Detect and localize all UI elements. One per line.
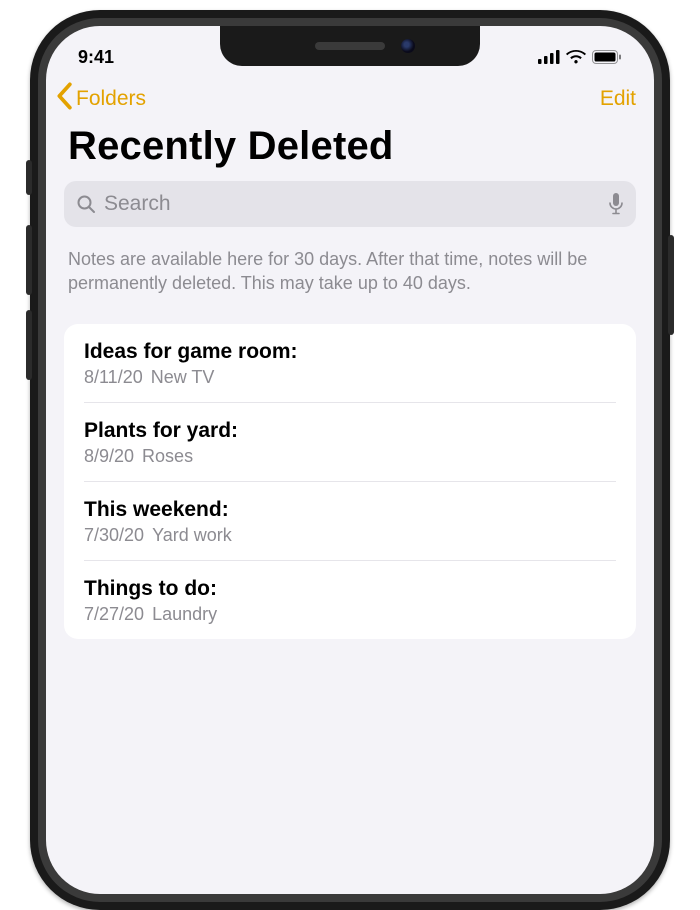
- edit-button[interactable]: Edit: [600, 87, 636, 111]
- note-title: Plants for yard:: [84, 419, 616, 443]
- back-label: Folders: [76, 87, 146, 111]
- search-icon: [76, 194, 96, 214]
- status-time: 9:41: [78, 47, 114, 68]
- note-title: This weekend:: [84, 498, 616, 522]
- note-meta: 8/9/20Roses: [84, 446, 616, 467]
- list-item[interactable]: Plants for yard: 8/9/20Roses: [84, 403, 616, 482]
- page-title: Recently Deleted: [46, 122, 654, 181]
- wifi-icon: [566, 50, 586, 64]
- battery-icon: [592, 50, 622, 64]
- list-item[interactable]: Things to do: 7/27/20Laundry: [84, 561, 616, 639]
- note-meta: 8/11/20New TV: [84, 367, 616, 388]
- microphone-icon[interactable]: [608, 193, 624, 215]
- note-meta: 7/30/20Yard work: [84, 525, 616, 546]
- note-meta: 7/27/20Laundry: [84, 604, 616, 625]
- chevron-left-icon: [54, 82, 74, 116]
- list-item[interactable]: This weekend: 7/30/20Yard work: [84, 482, 616, 561]
- device-notch: [220, 26, 480, 66]
- cellular-icon: [538, 50, 560, 64]
- list-item[interactable]: Ideas for game room: 8/11/20New TV: [84, 324, 616, 403]
- search-field[interactable]: [64, 181, 636, 227]
- search-input[interactable]: [104, 192, 600, 216]
- info-text: Notes are available here for 30 days. Af…: [46, 227, 654, 324]
- note-title: Things to do:: [84, 577, 616, 601]
- notes-list: Ideas for game room: 8/11/20New TV Plant…: [64, 324, 636, 639]
- back-button[interactable]: Folders: [54, 82, 146, 116]
- note-title: Ideas for game room:: [84, 340, 616, 364]
